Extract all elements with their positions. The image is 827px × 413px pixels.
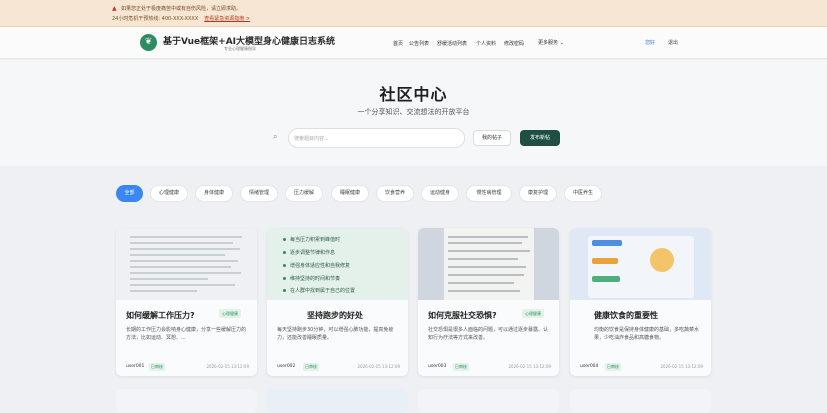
post-excerpt: 每天坚持跑步30分钟，可以增强心肺功能，提高免疫力，还能改善睡眠质量。	[277, 327, 394, 341]
warning-icon: ▲	[112, 5, 117, 12]
post-author: user003	[428, 364, 447, 369]
post-card-partial[interactable]	[267, 389, 408, 413]
status-badge: 已审核	[303, 363, 319, 371]
my-posts-button[interactable]: 我的帖子	[473, 130, 511, 146]
post-card-partial[interactable]	[418, 389, 559, 413]
page-subtitle: 一个分享知识、交流想法的开放平台	[357, 108, 470, 116]
post-author: user004	[580, 364, 599, 369]
logout-button[interactable]: 退出	[668, 39, 678, 46]
category-chip-tcm[interactable]: 中医养生	[564, 185, 602, 202]
category-chip-chronic[interactable]: 慢性病管理	[466, 185, 512, 202]
post-time: 2026-02-15 13:12:09	[206, 364, 249, 369]
hero-section: 社区中心 一个分享知识、交流想法的开放平台 ⌕ 搜索题目内容... 我的帖子 发…	[0, 60, 827, 166]
leaf-logo-icon[interactable]: ❦	[140, 34, 157, 51]
category-badge: 心理健康	[522, 309, 544, 318]
post-card[interactable]: 每当压力积累到峰值时 逐步调整节律和作息 增强身体适应性和自我修复 维持坚持的时…	[267, 228, 408, 376]
category-chip-physical[interactable]: 身体健康	[195, 185, 233, 202]
nav-activities[interactable]: 舒缓活动列表	[437, 40, 467, 47]
nav-announcements[interactable]: 公告列表	[409, 40, 429, 47]
post-author: user002	[277, 364, 296, 369]
post-thumbnail: 每当压力积累到峰值时 逐步调整节律和作息 增强身体适应性和自我修复 维持坚持的时…	[267, 228, 408, 300]
category-chip-exercise[interactable]: 运动健身	[421, 185, 459, 202]
post-card[interactable]: 如何克服社交恐惧? 心理健康 社交恐惧是很多人面临的问题，可以通过逐步暴露、认知…	[418, 228, 559, 376]
search-input[interactable]: 搜索题目内容...	[288, 128, 465, 148]
category-chip-stress[interactable]: 压力缓解	[285, 185, 323, 202]
post-card[interactable]: 健康饮食的重要性 均衡的饮食是保持身体健康的基础，多吃蔬菜水果，少吃油炸食品和高…	[570, 228, 711, 376]
post-title[interactable]: 如何克服社交恐惧?	[428, 310, 497, 321]
post-card-partial[interactable]	[116, 389, 257, 413]
crisis-banner: ▲ 如果您正处于极度痛苦中或有自伤风险，请立即求助。 24小时危机干预热线: 40…	[0, 0, 827, 27]
nav-change-password[interactable]: 修改密码	[504, 40, 524, 47]
banner-warning: ▲ 如果您正处于极度痛苦中或有自伤风险，请立即求助。	[112, 5, 242, 13]
status-badge: 已审核	[149, 363, 165, 371]
post-thumbnail	[418, 228, 559, 300]
post-excerpt: 长期的工作压力会影响身心健康，分享一些缓解压力的方法，比如运动、冥想、...	[126, 327, 247, 341]
search-placeholder: 搜索题目内容...	[294, 136, 329, 142]
user-greeting[interactable]: 您好	[645, 39, 655, 46]
search-icon[interactable]: ⌕	[273, 132, 282, 141]
post-card-partial[interactable]	[570, 389, 711, 413]
nav-profile[interactable]: 个人资料	[476, 40, 496, 47]
thumbnail-list-item: 在人群中找到属于自己的位置	[283, 287, 355, 294]
post-author: user001	[126, 364, 145, 369]
publish-post-button[interactable]: 发布新帖	[520, 130, 560, 146]
document-thumbnail-icon	[130, 236, 242, 296]
hotline-text: 24小时危机干预热线: 400-XXX-XXXX	[112, 16, 199, 22]
post-title[interactable]: 如何缓解工作压力?	[126, 310, 195, 321]
post-thumbnail	[570, 228, 711, 300]
banner-hotline: 24小时危机干预热线: 400-XXX-XXXX 查看紧急资源指南 >	[112, 15, 250, 22]
thumbnail-list-item: 增强身体适应性和自我修复	[283, 262, 350, 269]
banner-text: 如果您正处于极度痛苦中或有自伤风险，请立即求助。	[121, 6, 242, 12]
thumbnail-list-item: 逐步调整节律和作息	[283, 249, 335, 256]
more-services-label: 更多服务	[538, 40, 559, 46]
category-chip-mental[interactable]: 心理健康	[150, 185, 188, 202]
category-chip-all[interactable]: 全部	[116, 185, 143, 202]
post-card[interactable]: 如何缓解工作压力? 心理健康 长期的工作压力会影响身心健康，分享一些缓解压力的方…	[116, 228, 257, 376]
category-chip-sleep[interactable]: 睡眠健康	[331, 185, 369, 202]
category-badge: 心理健康	[219, 309, 241, 318]
post-excerpt: 均衡的饮食是保持身体健康的基础，多吃蔬菜水果，少吃油炸食品和高糖食物。	[594, 327, 700, 341]
more-services-menu[interactable]: 更多服务 ⌄	[538, 39, 564, 46]
nav-home[interactable]: 首页	[393, 40, 403, 47]
category-chip-emotion[interactable]: 情绪管理	[240, 185, 278, 202]
post-time: 2026-02-15 13:12:09	[660, 364, 703, 369]
category-chip-rehab[interactable]: 康复护理	[519, 185, 557, 202]
post-time: 2026-02-15 13:12:09	[357, 364, 400, 369]
status-badge: 已审核	[605, 363, 621, 371]
page-title: 社区中心	[379, 85, 448, 104]
thumbnail-list-item: 每当压力积累到峰值时	[283, 236, 340, 243]
post-excerpt: 社交恐惧是很多人面临的问题，可以通过逐步暴露、认知行为疗法等方式来改善。	[428, 327, 549, 341]
post-title[interactable]: 健康饮食的重要性	[594, 310, 658, 321]
post-title[interactable]: 坚持跑步的好处	[307, 310, 363, 321]
site-header: ❦ 基于Vue框架+AI大模型身心健康日志系统 专业心理健康指导 首页 公告列表…	[0, 27, 827, 59]
post-time: 2026-02-15 13:12:09	[508, 364, 551, 369]
post-thumbnail	[116, 228, 257, 300]
thumbnail-list-item: 维持坚持的时间和节奏	[283, 275, 340, 282]
chevron-down-icon: ⌄	[559, 40, 564, 46]
category-chip-diet[interactable]: 饮食营养	[376, 185, 414, 202]
emergency-guide-link[interactable]: 查看紧急资源指南 >	[204, 16, 250, 22]
status-badge: 已审核	[453, 363, 469, 371]
site-subtitle: 专业心理健康指导	[224, 46, 256, 51]
